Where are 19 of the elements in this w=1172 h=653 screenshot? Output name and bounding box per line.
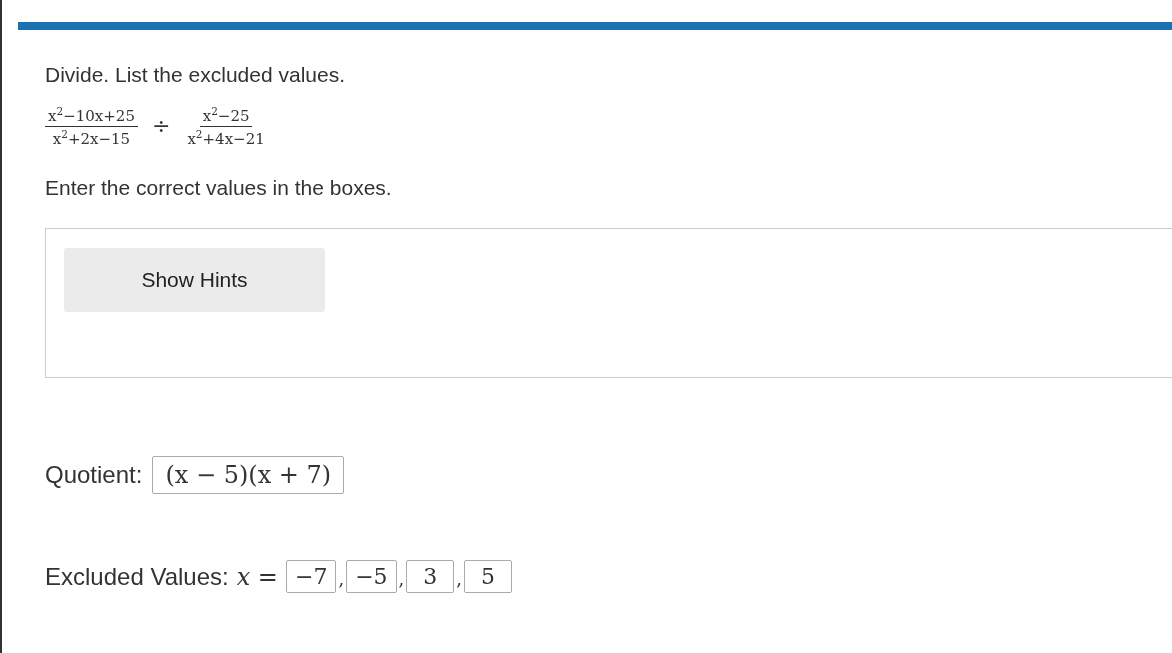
question-prompt: Divide. List the excluded values.	[45, 63, 346, 87]
excluded-value-box[interactable]: 3	[406, 560, 455, 593]
excluded-values-label: Excluded Values:	[45, 562, 229, 591]
division-sign: ÷	[150, 114, 172, 139]
excluded-value-box[interactable]: −5	[346, 560, 397, 593]
excluded-value-box[interactable]: 5	[464, 560, 513, 593]
fraction-denominator: x$^{2}$+4x−21	[186, 127, 266, 148]
excluded-value-box[interactable]: −7	[285, 560, 337, 593]
instruction-text: Enter the correct values in the boxes.	[45, 176, 393, 200]
quotient-answer-box[interactable]: (x − 5)(x + 7)	[152, 456, 345, 494]
comma-separator: ,	[456, 568, 463, 591]
fraction-numerator: x$^{2}$−25	[199, 105, 253, 127]
comma-separator: ,	[398, 568, 405, 591]
quotient-label: Quotient:	[45, 461, 143, 489]
variable-equation: x =	[236, 562, 278, 591]
fraction-numerator: x$^{2}$−10x+25	[45, 105, 138, 127]
fraction-denominator: x$^{2}$+2x−15	[51, 127, 132, 148]
show-hints-button[interactable]: Show Hints	[64, 248, 325, 312]
comma-separator: ,	[338, 568, 345, 591]
